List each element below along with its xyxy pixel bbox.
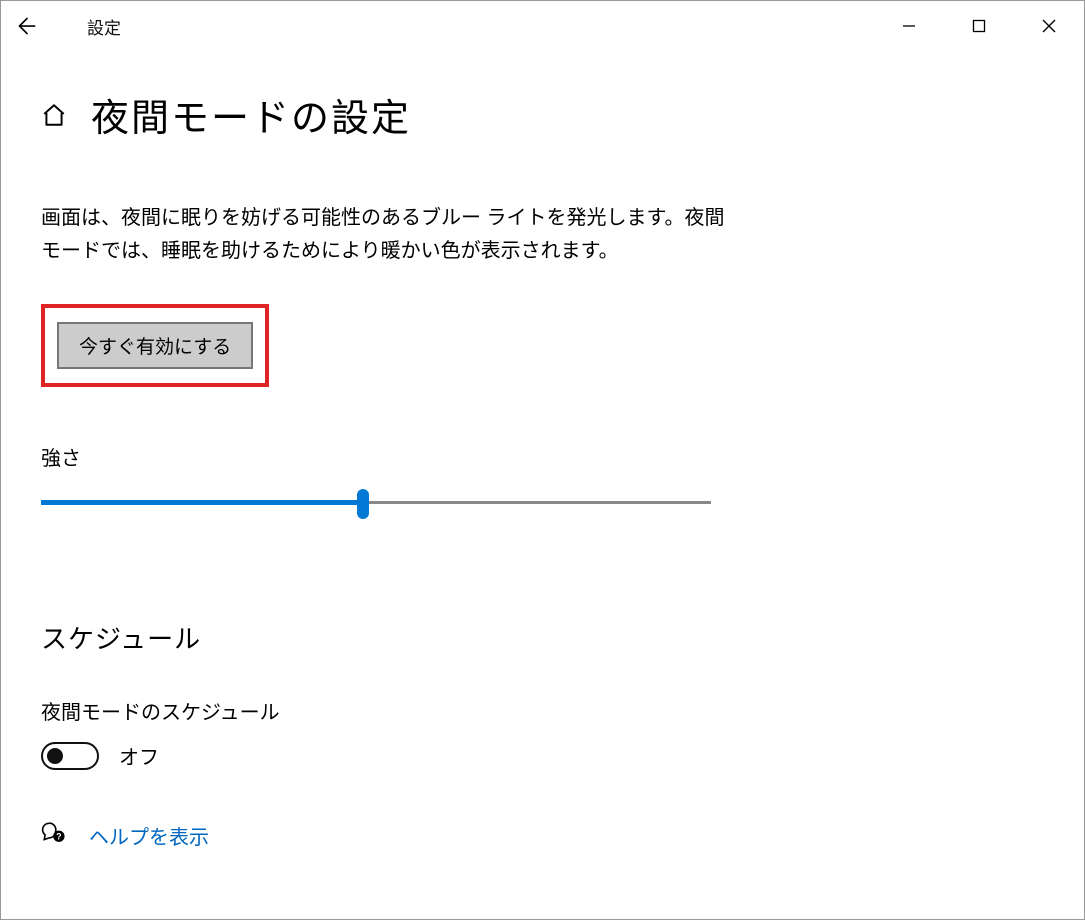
toggle-knob: [47, 748, 63, 764]
home-button[interactable]: [41, 102, 67, 128]
window-controls: [874, 2, 1084, 50]
page-title: 夜間モードの設定: [91, 87, 411, 142]
minimize-button[interactable]: [874, 2, 944, 50]
slider-fill: [41, 500, 363, 505]
help-icon: ?: [41, 820, 67, 851]
maximize-button[interactable]: [944, 2, 1014, 50]
strength-label: 強さ: [41, 442, 1044, 471]
page-description: 画面は、夜間に眠りを妨げる可能性のあるブルー ライトを発光します。夜間モードでは…: [41, 202, 741, 268]
schedule-toggle[interactable]: [41, 742, 99, 770]
app-title: 設定: [51, 14, 121, 39]
svg-text:?: ?: [56, 832, 61, 842]
titlebar-left: 設定: [1, 1, 121, 51]
help-link[interactable]: ヘルプを表示: [89, 821, 209, 850]
enable-now-button[interactable]: 今すぐ有効にする: [57, 322, 253, 369]
titlebar: 設定: [1, 1, 1084, 51]
slider-thumb[interactable]: [357, 489, 369, 519]
page-header: 夜間モードの設定: [41, 87, 1044, 142]
schedule-heading: スケジュール: [41, 619, 1044, 656]
back-button[interactable]: [1, 1, 51, 51]
content-area: 夜間モードの設定 画面は、夜間に眠りを妨げる可能性のあるブルー ライトを発光しま…: [1, 51, 1084, 887]
schedule-toggle-label: 夜間モードのスケジュール: [41, 696, 1044, 725]
schedule-toggle-state: オフ: [119, 741, 159, 770]
highlight-annotation: 今すぐ有効にする: [41, 304, 269, 387]
help-row: ? ヘルプを表示: [41, 820, 1044, 851]
schedule-toggle-row: オフ: [41, 741, 1044, 770]
close-button[interactable]: [1014, 2, 1084, 50]
strength-slider[interactable]: [41, 489, 711, 529]
